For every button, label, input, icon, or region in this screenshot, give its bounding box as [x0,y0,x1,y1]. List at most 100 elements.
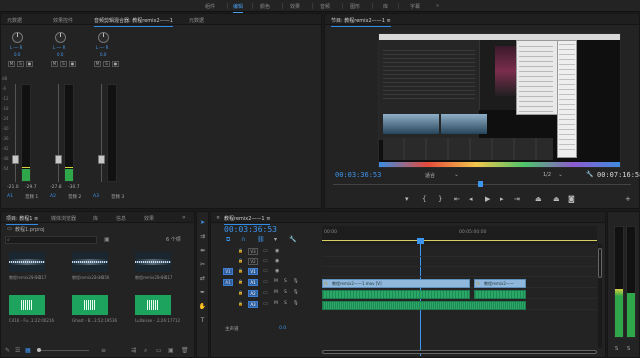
slip-tool-icon[interactable]: ⇄ [198,274,207,283]
source-patch-v1[interactable]: V1 [223,268,233,275]
icon-view-icon[interactable]: ▦ [25,347,31,354]
tab-metadata[interactable]: 元数据 [7,17,22,24]
voice-over-icon[interactable]: 🎙 [293,279,299,284]
sync-lock-icon[interactable]: ▭ [263,248,268,254]
find-icon[interactable]: ⌕ [144,347,147,355]
record-icon[interactable]: ● [26,61,33,67]
tab-effects[interactable]: 效果 [144,215,154,222]
add-marker-icon[interactable]: ▾ [405,195,409,203]
solo-left-button[interactable]: S [615,346,618,352]
record-icon[interactable]: ● [112,61,119,67]
master-volume-value[interactable]: 0.0 [279,326,286,331]
track-lane[interactable] [322,257,597,267]
ripple-edit-tool-icon[interactable]: ⇹ [198,246,207,255]
eye-icon[interactable]: ◉ [275,268,279,274]
tab-audio-clip-mixer[interactable]: 音频剪辑混合器: 教程remix2——1 [94,17,173,27]
mute-button[interactable]: M [51,61,58,67]
play-icon[interactable]: ▶ [485,195,490,203]
video-clip-2[interactable]: fx 教程remix2—— [474,279,526,288]
lock-icon[interactable]: 🔒 [238,279,243,284]
workspace-tab-audio[interactable]: 音频 [320,3,330,10]
snap-icon[interactable]: ∩ [241,236,245,243]
track-id-a1[interactable]: A1 [248,279,258,286]
go-to-out-icon[interactable]: ⇥ [514,195,520,203]
track-mute-button[interactable]: M [274,301,278,306]
list-view-icon[interactable]: ☰ [15,347,20,354]
add-marker-icon[interactable]: ▾ [274,236,277,243]
fit-dropdown[interactable]: 适合 [425,172,435,179]
source-patch-a1[interactable]: A1 [223,279,233,286]
mark-in-icon[interactable]: { [422,195,426,203]
resolution-dropdown[interactable]: 1/2 [543,172,551,178]
razor-tool-icon[interactable]: ✂ [198,260,207,269]
track-id-a2[interactable]: A2 [248,290,258,297]
tab-effect-controls[interactable]: 效果控件 [53,17,73,24]
lock-icon[interactable]: 🔒 [238,268,243,273]
new-item-icon[interactable]: ▣ [168,347,174,354]
workspace-overflow-icon[interactable]: » [436,3,439,9]
workspace-tab-graphics[interactable]: 图形 [350,3,360,10]
lock-icon[interactable]: 🔒 [238,290,243,295]
lock-icon[interactable]: 🔒 [238,248,243,253]
track-solo-button[interactable]: S [284,279,287,284]
sync-lock-icon[interactable]: ▭ [263,268,268,274]
lift-icon[interactable]: ⏏ [535,195,542,203]
audio-thumbnail[interactable] [9,295,45,315]
program-monitor-title[interactable]: 节目: 教程remix2——1 ≡ [331,17,391,27]
tab-media-browser[interactable]: 媒体浏览器 [51,215,76,222]
track-id-v1[interactable]: V1 [248,268,258,275]
timeline-sequence-tab[interactable]: 教程remix2——1 ≡ [224,215,271,225]
audio-clip-a2[interactable] [322,301,526,310]
mute-button[interactable]: M [8,61,15,67]
camera-icon[interactable]: ◙ [568,195,575,203]
vertical-scrollbar[interactable] [598,244,602,348]
tab-info[interactable]: 信息 [116,215,126,222]
timeline-timecode[interactable]: 00:03:36:53 [224,225,277,234]
lock-icon[interactable]: 🔒 [238,258,243,263]
video-clip[interactable]: fx 教程remix2——1.mov [V] [322,279,470,288]
solo-button[interactable]: S [17,61,24,67]
track-mute-button[interactable]: M [274,290,278,295]
automate-icon[interactable]: ⇶ [131,347,136,354]
workspace-tab-effects[interactable]: 效果 [290,3,300,10]
pan-value[interactable]: 0.0 [14,52,20,57]
chevron-down-icon[interactable]: ⌄ [454,171,459,178]
workspace-tab-captions[interactable]: 字幕 [410,3,420,10]
zoom-slider-handle[interactable] [37,348,41,352]
fader-handle[interactable] [98,155,105,164]
go-to-in-icon[interactable]: ⇤ [454,195,460,203]
audio-thumbnail[interactable] [135,295,171,315]
track-solo-button[interactable]: S [284,301,287,306]
type-tool-icon[interactable]: T [198,316,207,325]
pan-knob[interactable] [55,32,66,43]
pan-knob[interactable] [98,32,109,43]
work-area-bar[interactable] [322,240,597,241]
vscroll-thumb[interactable] [598,248,602,278]
step-forward-icon[interactable]: ▸ [500,195,504,203]
program-timecode[interactable]: 00:03:36:53 [335,171,381,179]
new-bin-bottom-icon[interactable]: ▭ [156,347,162,354]
fader-handle[interactable] [55,155,62,164]
workspace-tab-0[interactable]: 组件 [205,3,215,10]
audio-clip-a1-2[interactable] [474,290,526,299]
workspace-tab-libraries[interactable]: 库 [383,3,388,10]
sync-lock-icon[interactable]: ▭ [263,301,268,307]
selection-tool-icon[interactable]: ➤ [198,218,207,227]
track-id-v3[interactable]: V3 [248,248,258,255]
track-select-tool-icon[interactable]: ⇉ [198,232,207,241]
voice-over-icon[interactable]: 🎙 [293,290,299,295]
sync-lock-icon[interactable]: ▭ [263,258,268,264]
hand-tool-icon[interactable]: ✋ [198,302,207,311]
pan-value[interactable]: 0.0 [100,52,106,57]
lock-icon[interactable]: 🔒 [238,301,243,306]
wrench-icon[interactable]: 🔧 [289,236,296,243]
solo-button[interactable]: S [60,61,67,67]
sequence-thumbnail[interactable] [72,252,108,272]
mark-out-icon[interactable]: } [438,195,442,203]
audio-thumbnail[interactable] [72,295,108,315]
linked-selection-icon[interactable]: ⛓ [257,236,265,243]
mute-button[interactable]: M [94,61,101,67]
sequence-thumbnail[interactable] [9,252,45,272]
pen-tool-icon[interactable]: ✒ [198,288,207,297]
solo-button[interactable]: S [103,61,110,67]
